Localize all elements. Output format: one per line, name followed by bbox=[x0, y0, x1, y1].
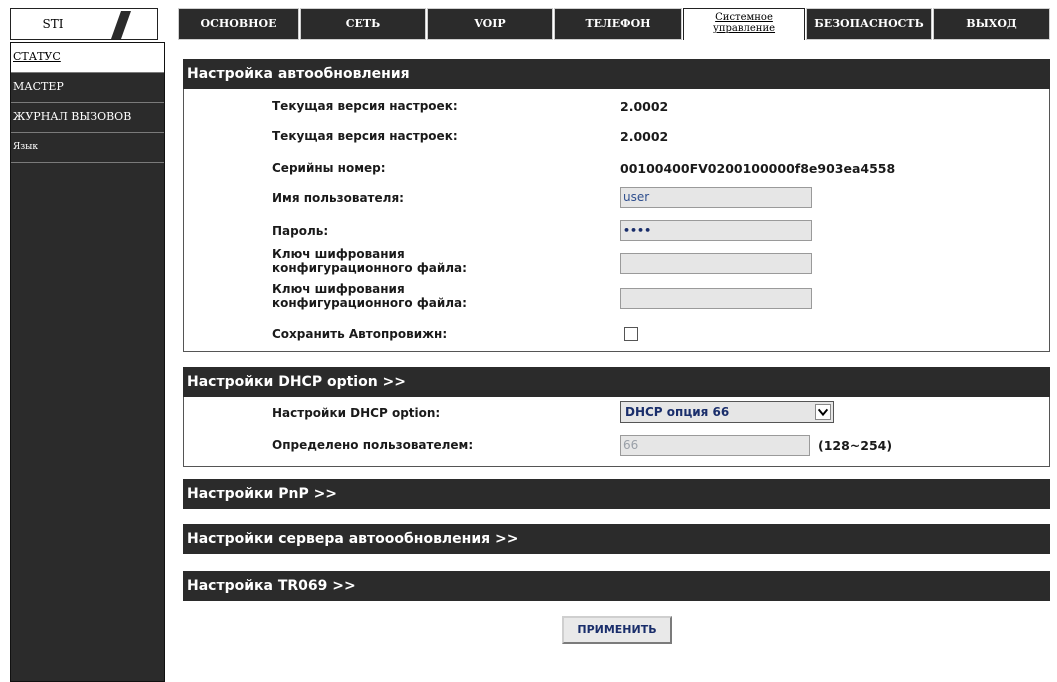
apply-button[interactable]: ПРИМЕНИТЬ bbox=[562, 616, 672, 644]
sidebar-item-call-log[interactable]: ЖУРНАЛ ВЫЗОВОВ bbox=[11, 103, 164, 133]
custom-option-range: (128~254) bbox=[818, 438, 893, 453]
logo-tab[interactable]: STI bbox=[10, 8, 158, 40]
dhcp-section-body: Настройки DHCP option: DHCP опция 66 Опр… bbox=[183, 397, 1050, 467]
logo-text: STI bbox=[42, 17, 64, 31]
sidebar-item-wizard[interactable]: МАСТЕР bbox=[11, 73, 164, 103]
dhcp-option-label: Настройки DHCP option: bbox=[272, 406, 441, 420]
custom-option-input[interactable]: 66 bbox=[620, 435, 810, 456]
top-nav-bar: STI ОСНОВНОЕ СЕТЬ VOIP ТЕЛЕФОН Системное… bbox=[0, 6, 1057, 42]
autoupdate-server-section-header[interactable]: Настройки сервера автоообновления >> bbox=[183, 524, 1050, 554]
save-autoprov-label: Сохранить Автопровижн: bbox=[272, 327, 448, 341]
config-version-label-2: Текущая версия настроек: bbox=[272, 129, 458, 143]
password-input[interactable]: •••• bbox=[620, 220, 812, 241]
config-version-value-2: 2.0002 bbox=[620, 129, 669, 144]
encryption-key-label-1-line2: конфигурационного файла: bbox=[272, 261, 467, 275]
logo-slash-icon bbox=[111, 11, 131, 39]
sidebar: СТАТУС МАСТЕР ЖУРНАЛ ВЫЗОВОВ Язык bbox=[10, 42, 165, 682]
dhcp-option-selected: DHCP опция 66 bbox=[625, 405, 730, 419]
sidebar-item-language[interactable]: Язык bbox=[11, 133, 164, 163]
serial-number-label: Серийны номер: bbox=[272, 161, 386, 175]
chevron-down-icon bbox=[815, 404, 831, 420]
tr069-section-header[interactable]: Настройка TR069 >> bbox=[183, 571, 1050, 601]
custom-option-label: Определено пользователем: bbox=[272, 438, 474, 452]
sidebar-item-status[interactable]: СТАТУС bbox=[11, 43, 164, 73]
encryption-key-label-2-line2: конфигурационного файла: bbox=[272, 296, 467, 310]
password-label: Пароль: bbox=[272, 224, 329, 238]
tab-security[interactable]: БЕЗОПАСНОСТЬ bbox=[806, 8, 932, 40]
tab-basic[interactable]: ОСНОВНОЕ bbox=[178, 8, 299, 40]
pnp-section-header[interactable]: Настройки PnP >> bbox=[183, 479, 1050, 509]
encryption-key-input-1[interactable] bbox=[620, 253, 812, 274]
tab-system-management[interactable]: Системное управление bbox=[683, 8, 805, 40]
encryption-key-label-1: Ключ шифрования конфигурационного файла: bbox=[272, 247, 467, 275]
save-autoprov-checkbox[interactable] bbox=[624, 327, 638, 341]
encryption-key-label-2-line1: Ключ шифрования bbox=[272, 282, 405, 296]
autoupdate-section-body: Текущая версия настроек: 2.0002 Текущая … bbox=[183, 89, 1050, 352]
username-input[interactable]: user bbox=[620, 187, 812, 208]
encryption-key-input-2[interactable] bbox=[620, 288, 812, 309]
serial-number-value: 00100400FV0200100000f8e903ea4558 bbox=[620, 161, 896, 176]
tab-logout[interactable]: ВЫХОД bbox=[933, 8, 1050, 40]
tab-network[interactable]: СЕТЬ bbox=[300, 8, 426, 40]
config-version-label: Текущая версия настроек: bbox=[272, 99, 458, 113]
dhcp-option-select[interactable]: DHCP опция 66 bbox=[620, 401, 834, 423]
autoupdate-section-header: Настройка автообновления bbox=[183, 59, 1050, 89]
tab-voip[interactable]: VOIP bbox=[427, 8, 553, 40]
dhcp-section-header[interactable]: Настройки DHCP option >> bbox=[183, 367, 1050, 397]
encryption-key-label-2: Ключ шифрования конфигурационного файла: bbox=[272, 282, 467, 310]
encryption-key-label-1-line1: Ключ шифрования bbox=[272, 247, 405, 261]
tab-phone[interactable]: ТЕЛЕФОН bbox=[554, 8, 682, 40]
config-version-value: 2.0002 bbox=[620, 99, 669, 114]
username-label: Имя пользователя: bbox=[272, 191, 404, 205]
